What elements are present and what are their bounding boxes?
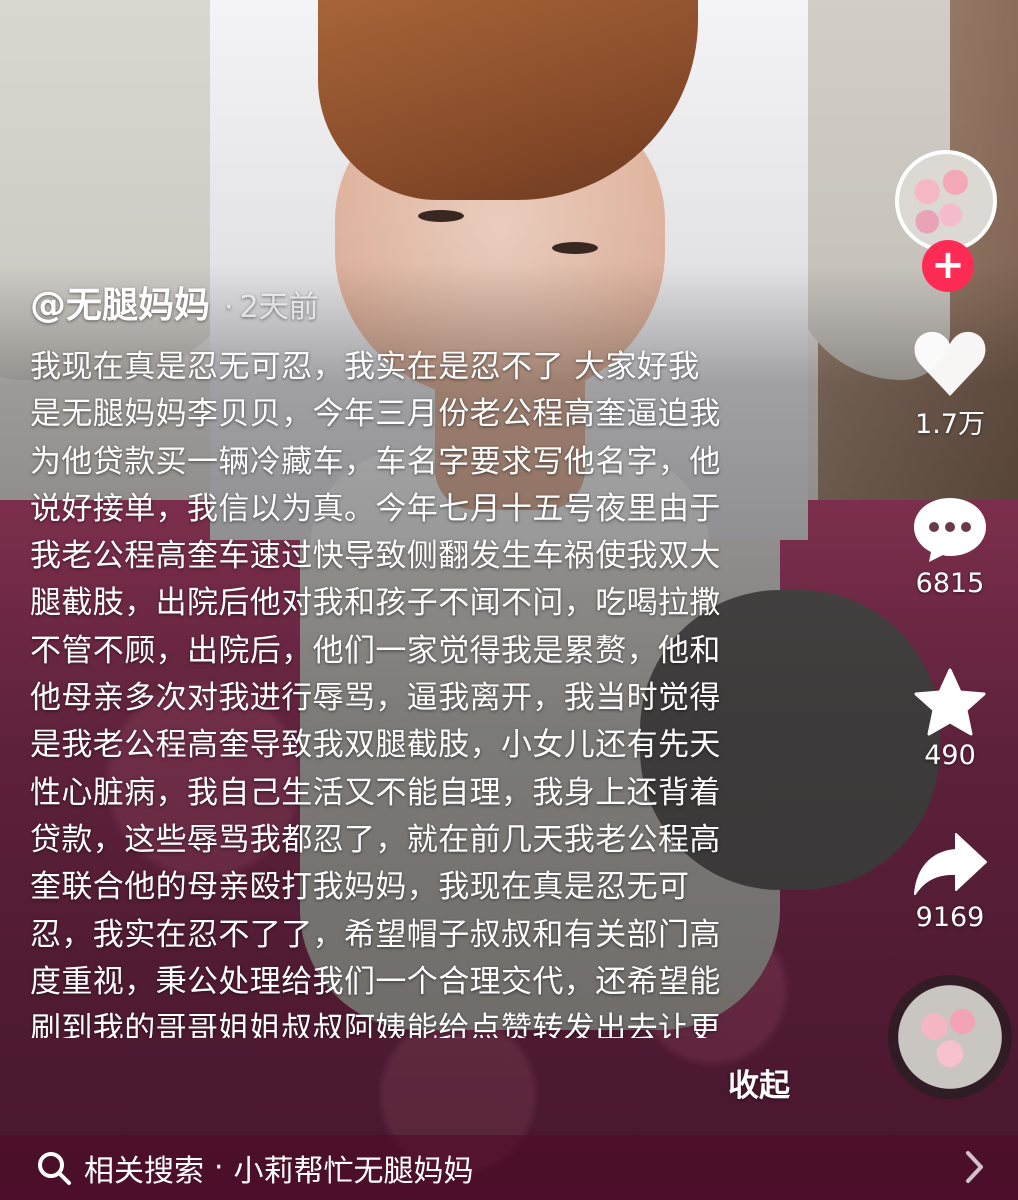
follow-button[interactable]: + — [922, 240, 974, 292]
caption-line: 是无腿妈妈李贝贝，今年三月份老公程高奎逼迫我 — [30, 396, 721, 433]
post-time: 2天前 — [239, 290, 319, 325]
post-separator: · — [224, 290, 234, 325]
related-search-query: 小莉帮忙无腿妈妈 — [233, 1153, 474, 1189]
comment-bubble-icon — [914, 498, 986, 562]
post-caption[interactable]: 我现在真是忍无可忍，我实在是忍不了 大家好我 是无腿妈妈李贝贝，今年三月份老公程高… — [30, 344, 800, 1038]
heart-icon — [914, 331, 986, 396]
like-button[interactable]: 1.7万 — [895, 328, 1005, 441]
author-avatar[interactable] — [895, 150, 997, 252]
search-icon — [38, 1151, 71, 1185]
related-search-separator: · — [214, 1150, 224, 1185]
share-count: 9169 — [915, 902, 985, 933]
related-search-bar[interactable]: 相关搜索 · 小莉帮忙无腿妈妈 — [0, 1135, 1018, 1200]
caption-line: 刷到我的哥哥姐姐叔叔阿姨能给点赞转发出去让更 — [30, 1011, 721, 1038]
share-arrow-icon — [914, 833, 987, 895]
share-button[interactable]: 9169 — [895, 830, 1005, 933]
author-name[interactable]: @无腿妈妈 — [30, 276, 210, 328]
caption-line: 不管不顾，出院后，他们一家觉得我是累赘，他和 — [30, 632, 721, 669]
caption-line: 他母亲多次对我进行辱骂，逼我离开，我当时觉得 — [30, 680, 721, 717]
caption-line: 贷款，这些辱骂我都忍了，就在前几天我老公程高 — [30, 821, 721, 858]
caption-line: 性心脏病，我自己生活又不能自理，我身上还背着 — [30, 774, 721, 811]
comment-count: 6815 — [915, 568, 985, 599]
favorite-count: 490 — [924, 740, 976, 771]
caption-line: 我现在真是忍无可忍，我实在是忍不了 大家好我 — [30, 349, 700, 385]
caption-line: 为他贷款买一辆冷藏车，车名字要求写他名字，他 — [30, 443, 721, 480]
chevron-right-icon — [966, 1151, 983, 1183]
collapse-button[interactable]: 收起 — [728, 1060, 790, 1105]
music-disc[interactable] — [898, 985, 1002, 1089]
caption-line: 是我老公程高奎导致我双腿截肢，小女儿还有先天 — [30, 727, 721, 764]
caption-line: 奎联合他的母亲殴打我妈妈，我现在真是忍无可 — [30, 869, 690, 906]
related-search-label: 相关搜索 — [84, 1153, 204, 1189]
author-row: @无腿妈妈 · 2天前 — [30, 276, 319, 328]
favorite-button[interactable]: 490 — [895, 668, 1005, 771]
like-count: 1.7万 — [915, 409, 985, 440]
caption-line: 说好接单，我信以为真。今年七月十五号夜里由于 — [30, 490, 721, 527]
comment-button[interactable]: 6815 — [895, 494, 1005, 599]
caption-line: 忍，我实在忍不了了，希望帽子叔叔和有关部门高 — [30, 916, 721, 953]
star-icon — [914, 668, 986, 736]
caption-line: 我老公程高奎车速过快导致侧翻发生车祸使我双大 — [30, 538, 721, 575]
caption-line: 度重视，秉公处理给我们一个合理交代，还希望能 — [30, 963, 721, 1000]
caption-line: 腿截肢，出院后他对我和孩子不闻不问，吃喝拉撒 — [30, 585, 721, 622]
